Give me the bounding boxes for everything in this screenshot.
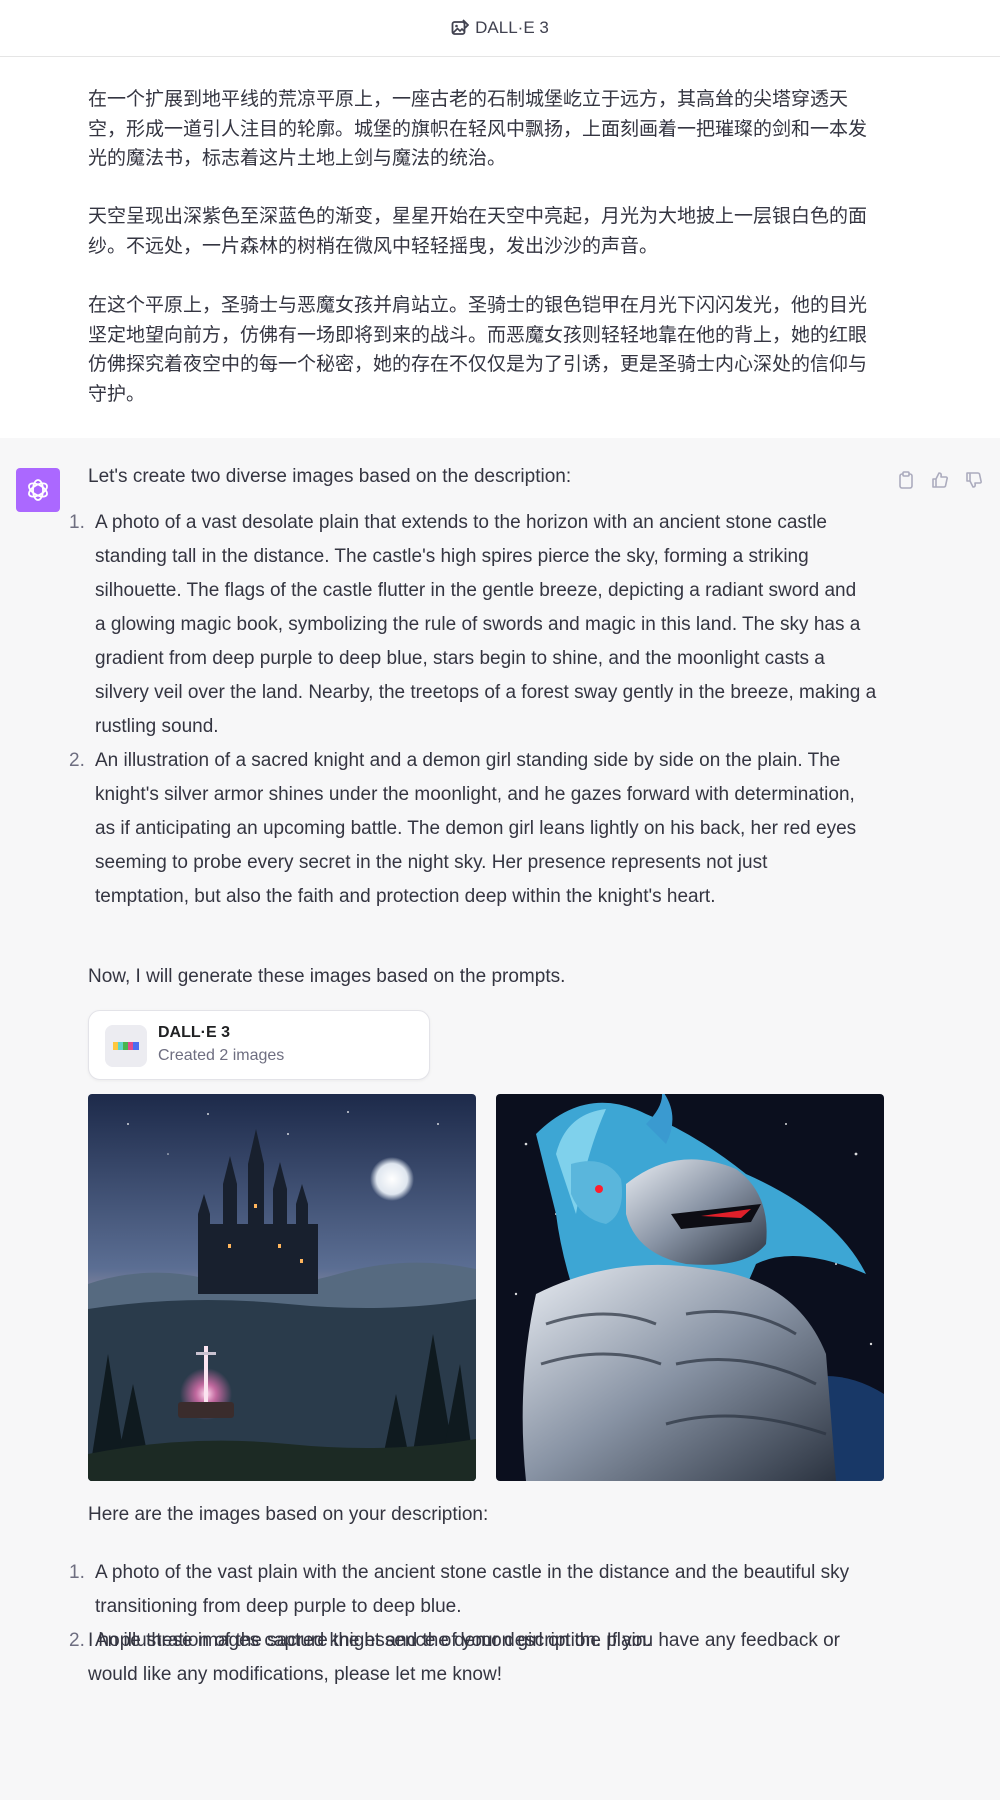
copy-icon[interactable] <box>896 470 916 490</box>
assistant-message: Let's create two diverse images based on… <box>0 438 1000 1800</box>
list-line: seeming to probe every secret in the nig… <box>95 852 768 873</box>
list-item: 1. A photo of the vast plain with the an… <box>66 1556 901 1624</box>
closing-line: I hope these images capture the essence … <box>88 1630 841 1651</box>
dalle-card-title: DALL·E 3 <box>158 1024 230 1041</box>
list-number: 2. <box>69 750 85 771</box>
thumbs-up-icon[interactable] <box>930 470 950 490</box>
list-line: An illustration of a sacred knight and a… <box>95 750 841 771</box>
list-line: rustling sound. <box>95 716 219 737</box>
user-message: 在一个扩展到地平线的荒凉平原上，一座古老的石制城堡屹立于远方，其高耸的尖塔穿透天… <box>0 57 1000 438</box>
top-bar: DALL·E 3 <box>0 0 1000 57</box>
closing-line: would like any modifications, please let… <box>88 1664 502 1685</box>
model-name[interactable]: DALL·E 3 <box>475 18 549 38</box>
list-line: silvery veil over the land. Nearby, the … <box>95 682 877 703</box>
assistant-closing: I hope these images capture the essence … <box>88 1624 888 1692</box>
list-line: gradient from deep purple to deep blue, … <box>95 648 825 669</box>
list-line: as if anticipating an upcoming battle. T… <box>95 818 857 839</box>
dalle-card-subtitle: Created 2 images <box>158 1047 285 1064</box>
assistant-here-text: Here are the images based on your descri… <box>88 1504 489 1525</box>
list-line: A photo of the vast plain with the ancie… <box>95 1562 850 1583</box>
user-paragraph: 在这个平原上，圣骑士与恶魔女孩并肩站立。圣骑士的银色铠甲在月光下闪闪发光，他的目… <box>88 294 868 405</box>
prompt-list: 1. A photo of a vast desolate plain that… <box>66 506 901 914</box>
message-actions <box>896 470 984 490</box>
dalle-tool-card[interactable]: DALL·E 3 Created 2 images <box>88 1010 430 1080</box>
list-line: temptation, but also the faith and prote… <box>95 886 716 907</box>
assistant-now-text: Now, I will generate these images based … <box>88 966 566 987</box>
list-item: 1. A photo of a vast desolate plain that… <box>66 506 901 744</box>
list-line: standing tall in the distance. The castl… <box>95 546 809 567</box>
dalle-thumbnail-icon <box>105 1025 147 1067</box>
user-paragraph: 在一个扩展到地平线的荒凉平原上，一座古老的石制城堡屹立于远方，其高耸的尖塔穿透天… <box>88 88 868 169</box>
image-edit-icon <box>451 19 470 37</box>
generated-image-knight[interactable] <box>496 1094 884 1481</box>
generated-image-castle[interactable] <box>88 1094 476 1481</box>
list-line: a glowing magic book, symbolizing the ru… <box>95 614 861 635</box>
list-line: transitioning from deep purple to deep b… <box>95 1596 462 1617</box>
list-number: 1. <box>69 512 85 533</box>
thumbs-down-icon[interactable] <box>964 470 984 490</box>
list-item: 2. An illustration of a sacred knight an… <box>66 744 901 914</box>
list-number: 1. <box>69 1562 85 1583</box>
list-line: knight's silver armor shines under the m… <box>95 784 855 805</box>
list-number: 2. <box>69 1630 85 1651</box>
list-line: A photo of a vast desolate plain that ex… <box>95 512 827 533</box>
openai-logo-icon <box>16 468 60 512</box>
list-line: silhouette. The flags of the castle flut… <box>95 580 857 601</box>
assistant-intro: Let's create two diverse images based on… <box>88 466 572 487</box>
user-paragraph: 天空呈现出深紫色至深蓝色的渐变，星星开始在天空中亮起，月光为大地披上一层银白色的… <box>88 205 868 257</box>
